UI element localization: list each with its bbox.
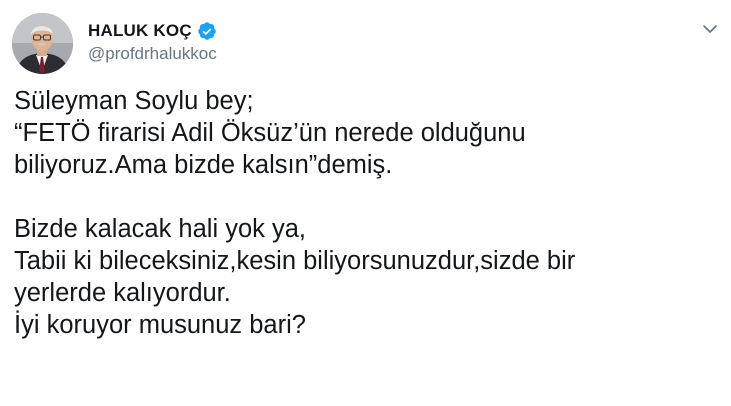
tweet-line: Tabii ki bileceksiniz,kesin biliyorsunuz… bbox=[14, 247, 576, 275]
tweet-text: Süleyman Soylu bey; “FETÖ firarisi Adil … bbox=[14, 85, 714, 341]
tweet-line: biliyoruz.Ama bizde kalsın”demiş. bbox=[14, 151, 393, 179]
handle[interactable]: @profdrhalukkoc bbox=[88, 44, 217, 64]
person-portrait-avatar bbox=[12, 13, 73, 74]
verified-badge-icon bbox=[197, 21, 217, 41]
tweet-line: Süleyman Soylu bey; bbox=[14, 87, 254, 115]
tweet-line: Bizde kalacak hali yok ya, bbox=[14, 215, 306, 243]
tweet-line: yerlerde kalıyordur. bbox=[14, 279, 231, 307]
name-row: HALUK KOÇ bbox=[88, 19, 217, 43]
chevron-down-icon[interactable] bbox=[701, 20, 719, 38]
display-name[interactable]: HALUK KOÇ bbox=[88, 21, 192, 41]
avatar[interactable] bbox=[12, 13, 73, 74]
author-block: HALUK KOÇ @profdrhalukkoc bbox=[88, 19, 217, 64]
tweet-line: İyi koruyor musunuz bari? bbox=[14, 311, 306, 339]
tweet-line: “FETÖ firarisi Adil Öksüz’ün nerede oldu… bbox=[14, 119, 526, 147]
tweet-card: HALUK KOÇ @profdrhalukkoc Süleyman Soylu… bbox=[0, 0, 731, 406]
